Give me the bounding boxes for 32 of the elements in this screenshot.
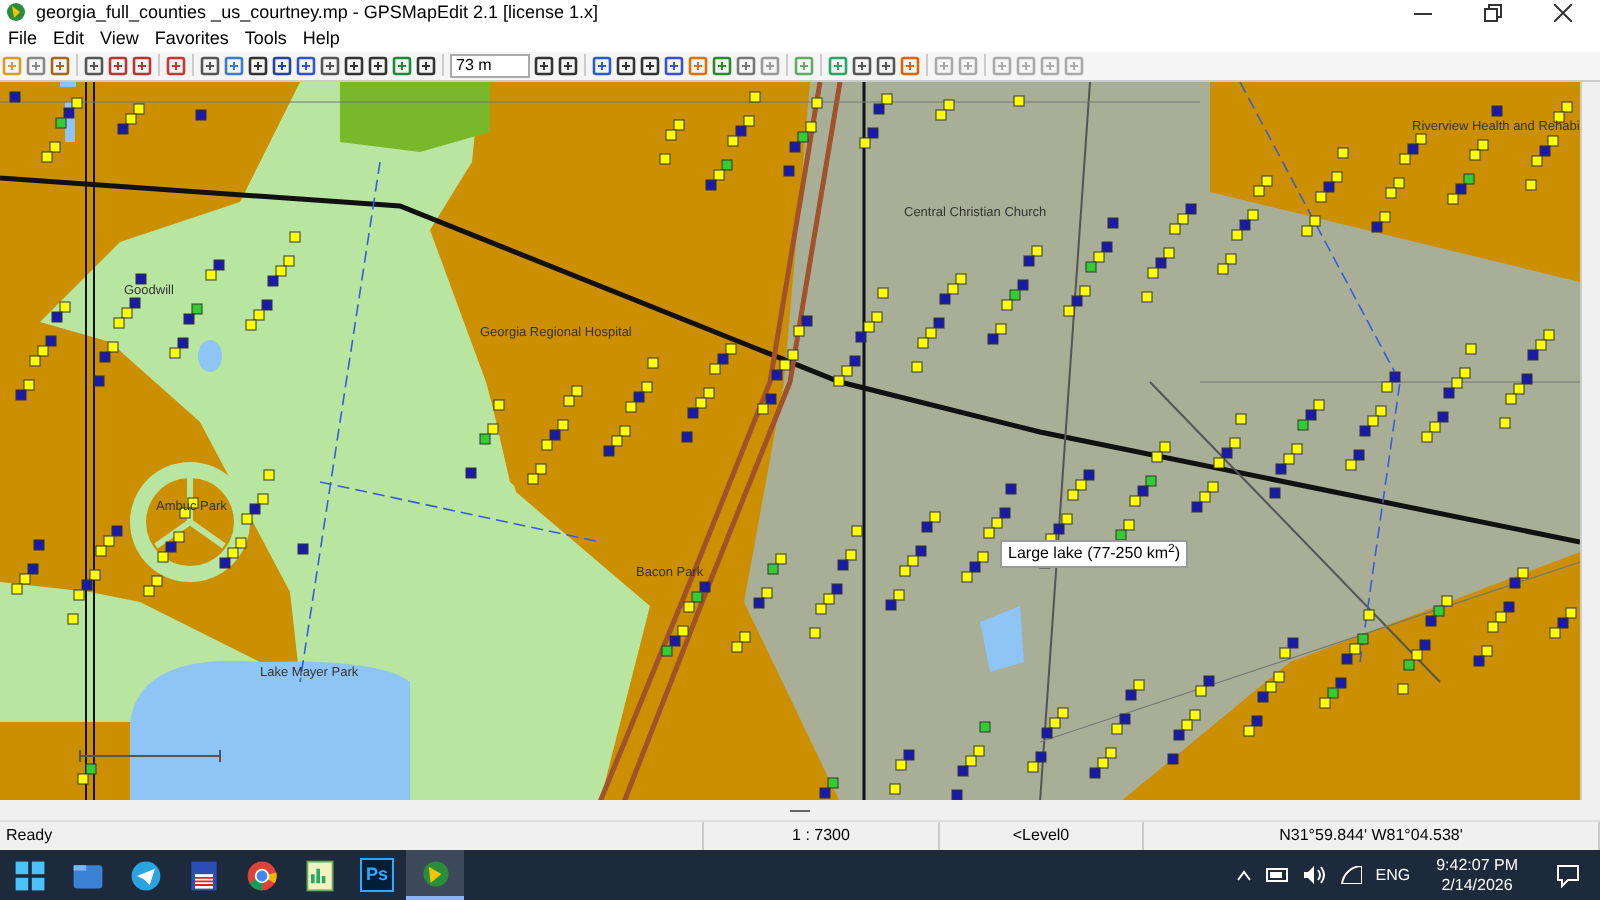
floppy-taskbar-icon[interactable]	[185, 857, 221, 893]
start-button[interactable]	[11, 857, 47, 893]
menu-item[interactable]: Edit	[47, 25, 91, 53]
scrollbar[interactable]	[1580, 81, 1600, 801]
clock-date[interactable]: 2/14/2026	[1441, 875, 1513, 895]
map-drawing[interactable]	[0, 81, 1580, 801]
volume-icon[interactable]	[1303, 866, 1326, 884]
window-title: georgia_full_counties _us_courtney.mp - GPSMapEdit 2.1 [license 1.x]	[36, 3, 598, 22]
telegram-taskbar-icon[interactable]	[127, 857, 163, 893]
chrome-taskbar-icon[interactable]	[243, 857, 279, 893]
close-button[interactable]	[1554, 3, 1572, 22]
menu-item[interactable]: Tools	[238, 25, 293, 53]
menu-item[interactable]: Favorites	[148, 25, 235, 53]
caret-icon[interactable]	[1235, 869, 1252, 881]
app-icon	[6, 2, 26, 23]
zoom-dropdown[interactable]: 73 m	[450, 53, 530, 78]
chart-taskbar-icon[interactable]	[301, 857, 337, 893]
menu-item[interactable]: File	[2, 25, 44, 53]
splitter-handle[interactable]	[790, 809, 810, 812]
menu-item[interactable]: View	[94, 25, 145, 53]
notification-icon[interactable]	[1556, 863, 1580, 887]
menu-item[interactable]: Help	[296, 25, 346, 53]
status-text: Ready	[6, 824, 53, 848]
status-text: N31°59.844' W81°04.538'	[1279, 824, 1463, 848]
language-indicator[interactable]: ENG	[1375, 863, 1411, 887]
clock-time[interactable]: 9:42:07 PM	[1436, 855, 1518, 875]
status-text: <Level0	[1012, 824, 1070, 848]
battery-icon[interactable]	[1265, 868, 1290, 882]
restore-button[interactable]	[1484, 3, 1502, 22]
tooltip: Large lake (77-250 km$^{2}$)	[1000, 539, 1189, 568]
photoshop-taskbar-icon[interactable]: Ps	[360, 858, 394, 892]
status-text: 1 : 7300	[792, 824, 850, 848]
